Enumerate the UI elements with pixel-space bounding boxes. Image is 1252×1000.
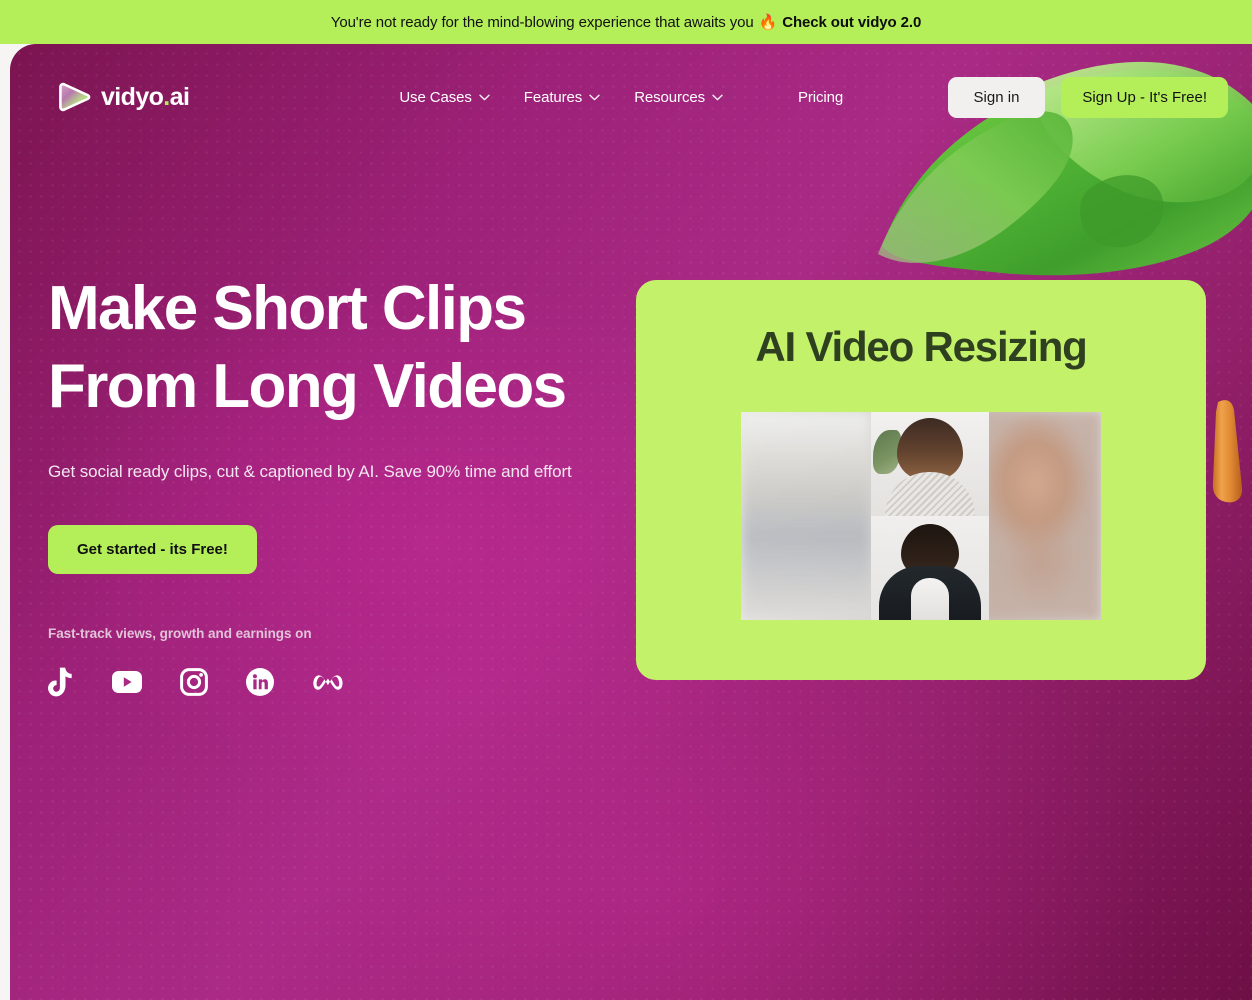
thumbnail-center-strip <box>871 412 989 620</box>
social-platform-icons <box>48 667 638 697</box>
thumbnail-person-1-body <box>885 472 975 516</box>
nav-label: Use Cases <box>399 88 472 106</box>
announcement-text: You're not ready for the mind-blowing ex… <box>330 13 754 31</box>
nav-item-resources[interactable]: Resources <box>634 89 723 106</box>
thumbnail-person-2-shirt <box>911 578 949 620</box>
feature-card-ai-video-resizing[interactable]: AI Video Resizing <box>636 280 1206 680</box>
thumbnail-person-1-head <box>897 418 963 480</box>
main-navigation: vidyo.ai Use Cases Features Resources Pr… <box>10 44 1252 150</box>
nav-label: Features <box>523 88 583 106</box>
get-started-button[interactable]: Get started - its Free! <box>48 525 257 574</box>
orange-3d-cone-decoration <box>1212 400 1243 503</box>
hero-title-line-2: From Long Videos <box>48 352 567 421</box>
nav-actions-group: Sign in Sign Up - It's Free! <box>947 76 1228 118</box>
site-logo[interactable]: vidyo.ai <box>58 80 190 114</box>
thumbnail-frame-top <box>871 412 989 516</box>
feature-card-preview-thumbnail <box>741 412 1101 620</box>
feature-card-title: AI Video Resizing <box>755 323 1087 370</box>
linkedin-icon[interactable] <box>246 668 274 696</box>
hero-title-line-1: Make Short Clips <box>48 274 527 343</box>
chevron-down-icon <box>589 94 600 100</box>
nav-item-pricing[interactable]: Pricing <box>798 89 843 106</box>
page-title: Make Short Clips From Long Videos <box>48 270 638 426</box>
logo-wordmark: vidyo.ai <box>101 82 190 111</box>
fire-emoji-icon: 🔥 <box>758 14 778 31</box>
play-triangle-logo-icon <box>59 82 91 112</box>
thumbnail-blurred-right <box>981 412 1101 620</box>
thumbnail-blurred-left <box>741 412 871 620</box>
nav-item-features[interactable]: Features <box>524 89 600 106</box>
nav-item-use-cases[interactable]: Use Cases <box>399 88 490 106</box>
nav-label: Pricing <box>797 88 844 106</box>
hero-content: Make Short Clips From Long Videos Get so… <box>48 270 638 697</box>
nav-label: Resources <box>634 88 705 106</box>
sign-in-button[interactable]: Sign in <box>947 76 1046 118</box>
social-proof-label: Fast-track views, growth and earnings on <box>48 626 312 641</box>
chevron-down-icon <box>712 94 723 100</box>
meta-icon[interactable] <box>312 671 344 693</box>
hero-section-wrapper: vidyo.ai Use Cases Features Resources Pr… <box>0 44 1252 1000</box>
announcement-banner[interactable]: You're not ready for the mind-blowing ex… <box>0 0 1252 44</box>
instagram-icon[interactable] <box>180 668 208 696</box>
sign-up-button[interactable]: Sign Up - It's Free! <box>1061 76 1228 118</box>
hero-section: vidyo.ai Use Cases Features Resources Pr… <box>10 44 1252 1000</box>
chevron-down-icon <box>479 94 490 100</box>
youtube-icon[interactable] <box>112 671 142 693</box>
tiktok-icon[interactable] <box>48 667 74 697</box>
social-proof-block: Fast-track views, growth and earnings on <box>48 626 638 697</box>
nav-links-group: Use Cases Features Resources Pricing <box>399 89 843 106</box>
thumbnail-frame-bottom <box>871 516 989 620</box>
announcement-link[interactable]: Check out vidyo 2.0 <box>782 14 921 31</box>
hero-subtitle: Get social ready clips, cut & captioned … <box>48 462 572 481</box>
